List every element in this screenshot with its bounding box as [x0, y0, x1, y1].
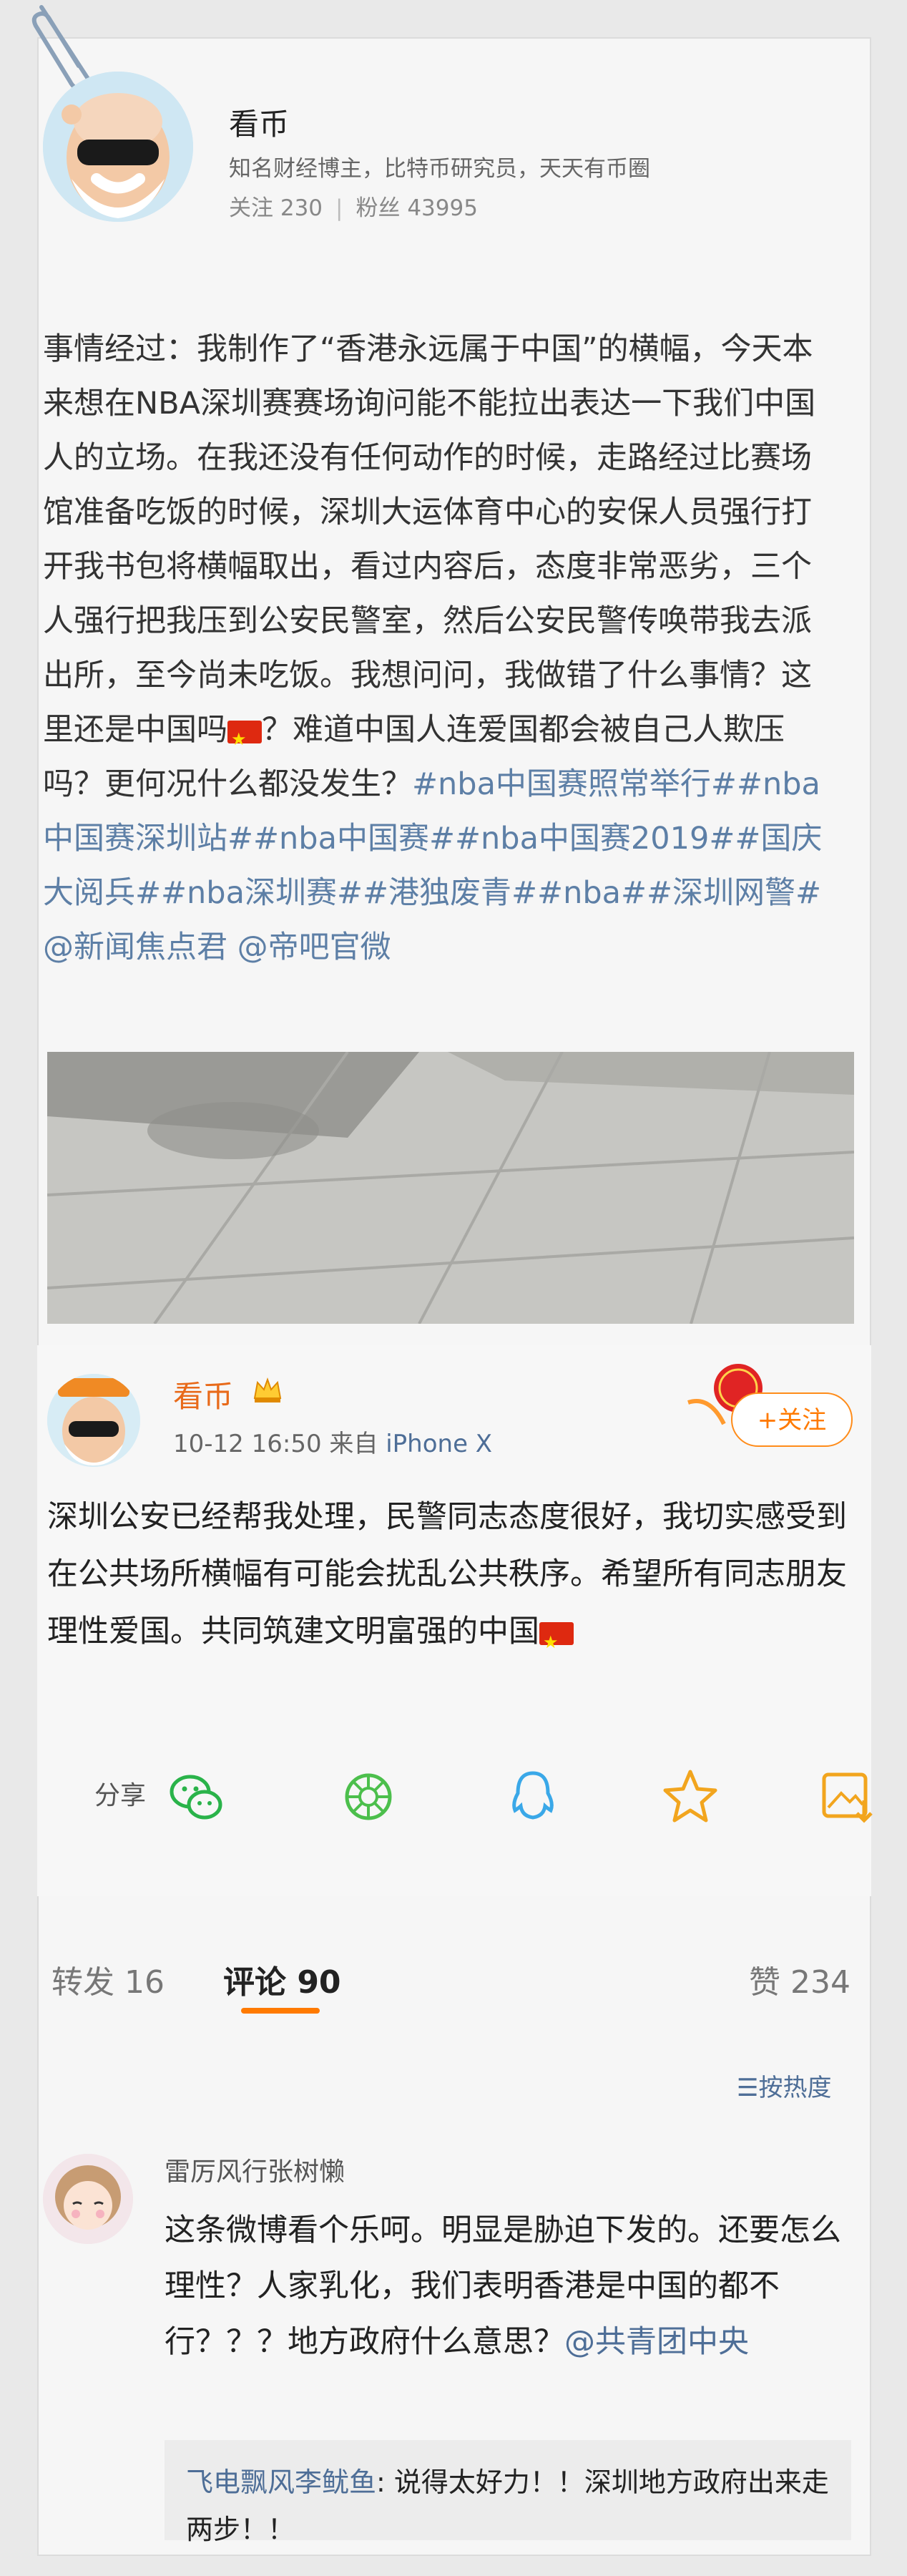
favorite-star-icon[interactable]: [660, 1766, 721, 1828]
followers-count[interactable]: 粉丝 43995: [356, 195, 477, 221]
profile-header: 看币 知名财经博主，比特币研究员，天天有币圈 关注 230 | 粉丝 43995: [43, 57, 815, 229]
avatar[interactable]: [43, 72, 193, 222]
following-count[interactable]: 关注 230: [229, 195, 323, 221]
reply-preview[interactable]: 飞电飘风李鱿鱼: 说得太好力！！深圳地方政府出来走两步！！: [165, 2440, 851, 2545]
moments-icon[interactable]: [338, 1766, 399, 1828]
stats-separator: |: [335, 195, 343, 221]
embed-meta: 10-12 16:50 来自 iPhone X: [173, 1424, 492, 1459]
reply-text: 飞电飘风李鱿鱼: 说得太好力！！深圳地方政府出来走两步！！: [186, 2459, 830, 2553]
profile-stats: 关注 230 | 粉丝 43995: [229, 190, 478, 222]
comment-item: 雷厉风行张树懒 这条微博看个乐呵。明显是胁迫下发的。还要怎么理性？人家乳化，我们…: [43, 2140, 858, 2545]
tab-repost[interactable]: 转发 16: [52, 1956, 165, 2002]
avatar-illustration: [43, 72, 193, 222]
comment-text: 这条微博看个乐呵。明显是胁迫下发的。还要怎么理性？人家乳化，我们表明香港是中国的…: [165, 2202, 851, 2370]
crown-icon: [253, 1377, 282, 1402]
commenter-avatar-illustration: [43, 2154, 133, 2244]
post-body: 事情经过：我制作了“香港永远属于中国”的横幅，今天本来想在NBA深圳赛赛场询问能…: [43, 322, 823, 975]
embedded-weibo-card: 看币 10-12 16:50 来自 iPhone X +关注 深圳公安已经帮我处…: [37, 1345, 873, 1896]
china-flag-icon: [539, 1614, 574, 1671]
sort-by-popularity[interactable]: ☰按热度: [737, 2068, 831, 2103]
sort-icon: ☰: [737, 2074, 759, 2102]
embed-text-body: 深圳公安已经帮我处理，民警同志态度很好，我切实感受到在公共场所横幅有可能会扰乱公…: [47, 1499, 847, 1649]
floor-photo-illustration: [47, 1052, 854, 1324]
sort-label: 按热度: [758, 2074, 832, 2102]
comment-tabs: 转发 16 评论 90 赞 234: [37, 1918, 871, 2025]
tab-comments[interactable]: 评论 90: [223, 1956, 341, 2002]
share-label: 分享: [94, 1781, 147, 1810]
post-photo[interactable]: [47, 1052, 854, 1324]
reply-author[interactable]: 飞电飘风李鱿鱼: [186, 2467, 376, 2498]
source-prefix: 来自: [329, 1430, 378, 1458]
follow-button[interactable]: +关注: [731, 1392, 853, 1447]
profile-bio: 知名财经博主，比特币研究员，天天有币圈: [229, 156, 650, 182]
share-actions: 分享: [37, 1753, 873, 1832]
china-flag-icon: [227, 712, 262, 766]
embed-author-name[interactable]: 看币: [173, 1372, 233, 1416]
qq-icon[interactable]: [502, 1766, 564, 1828]
active-tab-indicator: [241, 2008, 320, 2014]
save-image-icon[interactable]: [817, 1766, 878, 1828]
profile-name[interactable]: 看币: [229, 100, 289, 144]
source-device[interactable]: iPhone X: [386, 1430, 492, 1458]
embed-avatar-illustration: [47, 1374, 140, 1467]
comment-mention[interactable]: @共青团中央: [564, 2324, 749, 2360]
post-text: 事情经过：我制作了“香港永远属于中国”的横幅，今天本来想在NBA深圳赛赛场询问能…: [43, 331, 816, 748]
embed-avatar[interactable]: [47, 1374, 140, 1467]
wechat-icon[interactable]: [166, 1766, 227, 1828]
tab-likes[interactable]: 赞 234: [749, 1956, 850, 2002]
post-time: 10-12 16:50: [173, 1430, 322, 1458]
embed-text: 深圳公安已经帮我处理，民警同志态度很好，我切实感受到在公共场所横幅有可能会扰乱公…: [47, 1488, 855, 1671]
commenter-avatar[interactable]: [43, 2154, 133, 2244]
commenter-name[interactable]: 雷厉风行张树懒: [165, 2151, 345, 2188]
